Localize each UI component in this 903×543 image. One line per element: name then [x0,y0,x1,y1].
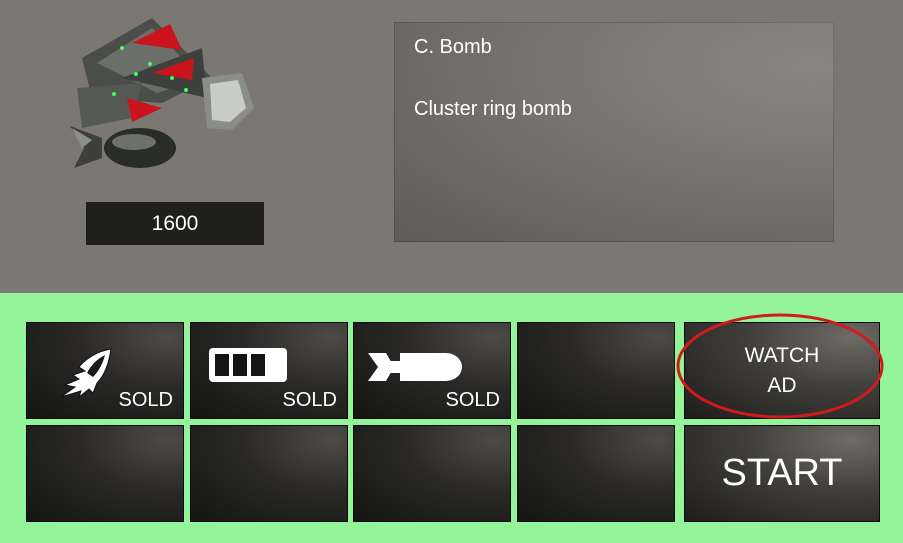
battery-icon [209,348,287,382]
item-info-panel: C. Bomb Cluster ring bomb [394,22,834,242]
watch-ad-button[interactable]: WATCH AD [684,322,880,419]
shop-slot-1[interactable]: SOLD [26,322,184,419]
slot-status: SOLD [445,389,500,411]
price-label: 1600 [86,202,264,245]
item-name: C. Bomb [414,36,492,58]
start-button[interactable]: START [684,425,880,522]
shop-slot-2[interactable]: SOLD [190,322,348,419]
slot-status: SOLD [118,389,173,411]
shop-slot-7[interactable] [353,425,511,522]
shop-slot-8[interactable] [517,425,675,522]
watch-ad-label-line1: WATCH [744,343,820,367]
rocket-flame-icon [60,348,112,399]
shop-slot-5[interactable] [26,425,184,522]
shop-slot-3[interactable]: SOLD [353,322,511,419]
shop-slot-4[interactable] [517,322,675,419]
watch-ad-label-line2: AD [767,373,797,397]
cluster-bomb-ship-icon [70,18,254,168]
shop-slot-6[interactable] [190,425,348,522]
slot-status: SOLD [282,389,337,411]
bomb-icon [368,353,462,381]
preview-panel: 1600 C. Bomb Cluster ring bomb [0,0,903,293]
item-description: Cluster ring bomb [414,98,572,120]
